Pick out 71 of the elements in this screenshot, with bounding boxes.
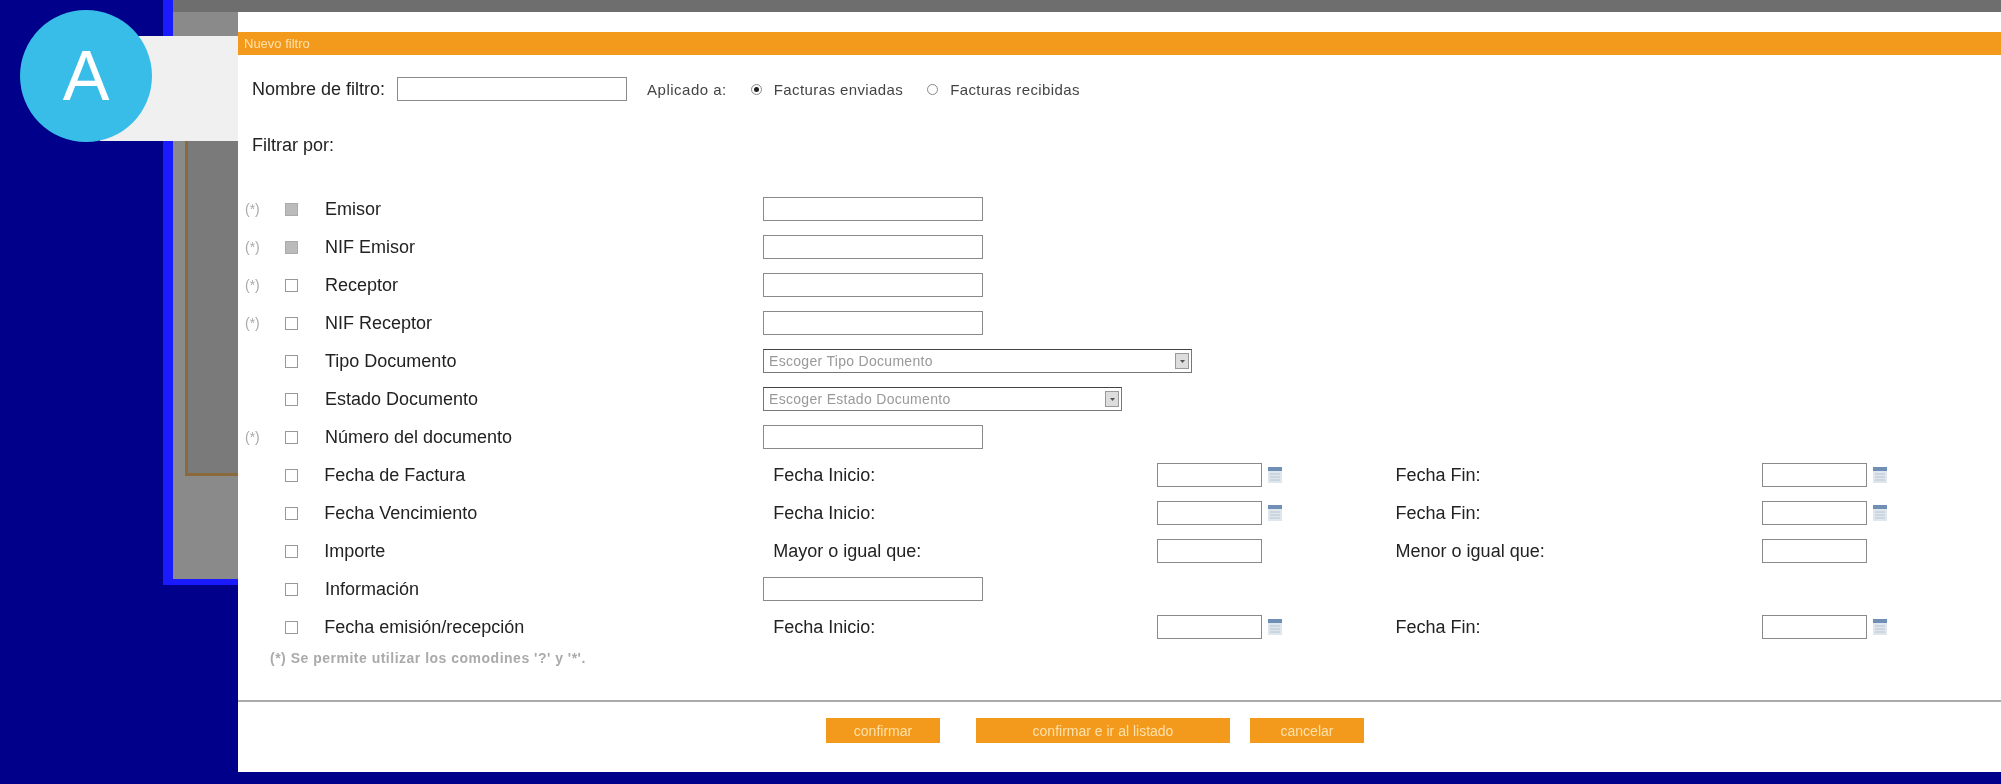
dropdown[interactable]: Escoger Estado Documento bbox=[763, 387, 1122, 411]
field-label: Fecha Fin: bbox=[1395, 502, 1482, 524]
criterion-label: Información bbox=[325, 578, 421, 600]
dialog-title: Nuevo filtro bbox=[244, 36, 310, 51]
checkbox[interactable] bbox=[284, 506, 298, 520]
calendar-icon[interactable] bbox=[1873, 505, 1888, 521]
input-field[interactable] bbox=[1156, 539, 1262, 563]
calendar-icon[interactable] bbox=[1267, 467, 1282, 483]
input-field[interactable] bbox=[1762, 463, 1868, 487]
input-field[interactable] bbox=[763, 577, 983, 601]
criterion-label: NIF Emisor bbox=[325, 236, 416, 258]
checkbox[interactable] bbox=[285, 354, 298, 368]
checkbox[interactable] bbox=[285, 582, 298, 596]
checkbox[interactable] bbox=[284, 620, 298, 634]
wildcard-note: (*) bbox=[245, 315, 260, 331]
field-label: Aplicado a: bbox=[647, 80, 727, 98]
dropdown[interactable]: Escoger Tipo Documento bbox=[763, 349, 1192, 373]
field-label: Fecha Fin: bbox=[1395, 616, 1482, 638]
checkbox[interactable] bbox=[284, 544, 298, 558]
action-button[interactable]: cancelar bbox=[1250, 718, 1364, 743]
criterion-label: Número del documento bbox=[325, 426, 514, 448]
input-field[interactable] bbox=[1762, 501, 1868, 525]
section-label: Filtrar por: bbox=[251, 135, 335, 157]
input-field[interactable] bbox=[1156, 463, 1262, 487]
field-label: Nombre de filtro: bbox=[252, 78, 386, 100]
criterion-label: Emisor bbox=[325, 198, 382, 220]
criterion-label: Fecha de Factura bbox=[324, 464, 467, 486]
radio-button[interactable] bbox=[927, 83, 939, 95]
input-field[interactable] bbox=[1762, 615, 1868, 639]
radio-option[interactable]: Facturas recibidas bbox=[927, 80, 1080, 98]
radio-button[interactable] bbox=[750, 83, 762, 95]
field-label: Fecha Inicio: bbox=[772, 464, 877, 486]
field-label: Fecha Inicio: bbox=[772, 502, 877, 524]
input-field[interactable] bbox=[1762, 539, 1868, 563]
checkbox[interactable] bbox=[284, 468, 298, 482]
action-button[interactable]: confirmar e ir al listado bbox=[976, 718, 1230, 743]
wildcard-note: (*) bbox=[245, 277, 260, 293]
criterion-label: NIF Receptor bbox=[325, 312, 434, 334]
checkbox[interactable] bbox=[285, 392, 298, 406]
wildcard-note: (*) bbox=[245, 429, 260, 445]
wildcard-note: (*) bbox=[245, 201, 260, 217]
criterion-label: Fecha emisión/recepción bbox=[324, 616, 526, 638]
input-field[interactable] bbox=[763, 425, 983, 449]
footnote: (*) Se permite utilizar los comodines '?' y '*'. bbox=[269, 650, 587, 666]
action-button[interactable]: confirmar bbox=[826, 718, 940, 743]
calendar-icon[interactable] bbox=[1267, 505, 1282, 521]
letter-badge: A bbox=[20, 10, 152, 142]
field-label: Mayor o igual que: bbox=[772, 540, 923, 562]
input-field[interactable] bbox=[763, 197, 983, 221]
criterion-label: Receptor bbox=[325, 274, 400, 296]
calendar-icon[interactable] bbox=[1267, 619, 1282, 635]
calendar-icon[interactable] bbox=[1873, 467, 1888, 483]
input-field[interactable] bbox=[397, 77, 628, 101]
input-field[interactable] bbox=[1156, 501, 1262, 525]
calendar-icon[interactable] bbox=[1873, 619, 1888, 635]
checkbox[interactable] bbox=[285, 430, 298, 444]
input-field[interactable] bbox=[1156, 615, 1262, 639]
radio-option[interactable]: Facturas enviadas bbox=[750, 80, 904, 98]
field-label: Fecha Fin: bbox=[1395, 464, 1482, 486]
checkbox[interactable] bbox=[285, 316, 298, 330]
input-field[interactable] bbox=[763, 235, 983, 259]
input-field[interactable] bbox=[763, 311, 983, 335]
criterion-label: Fecha Vencimiento bbox=[324, 502, 479, 524]
wildcard-note: (*) bbox=[245, 239, 260, 255]
criterion-label: Importe bbox=[324, 540, 387, 562]
field-label: Fecha Inicio: bbox=[772, 616, 877, 638]
checkbox[interactable] bbox=[285, 278, 298, 292]
input-field[interactable] bbox=[763, 273, 983, 297]
criterion-label: Tipo Documento bbox=[325, 350, 458, 372]
field-label: Menor o igual que: bbox=[1395, 540, 1546, 562]
criterion-label: Estado Documento bbox=[325, 388, 480, 410]
